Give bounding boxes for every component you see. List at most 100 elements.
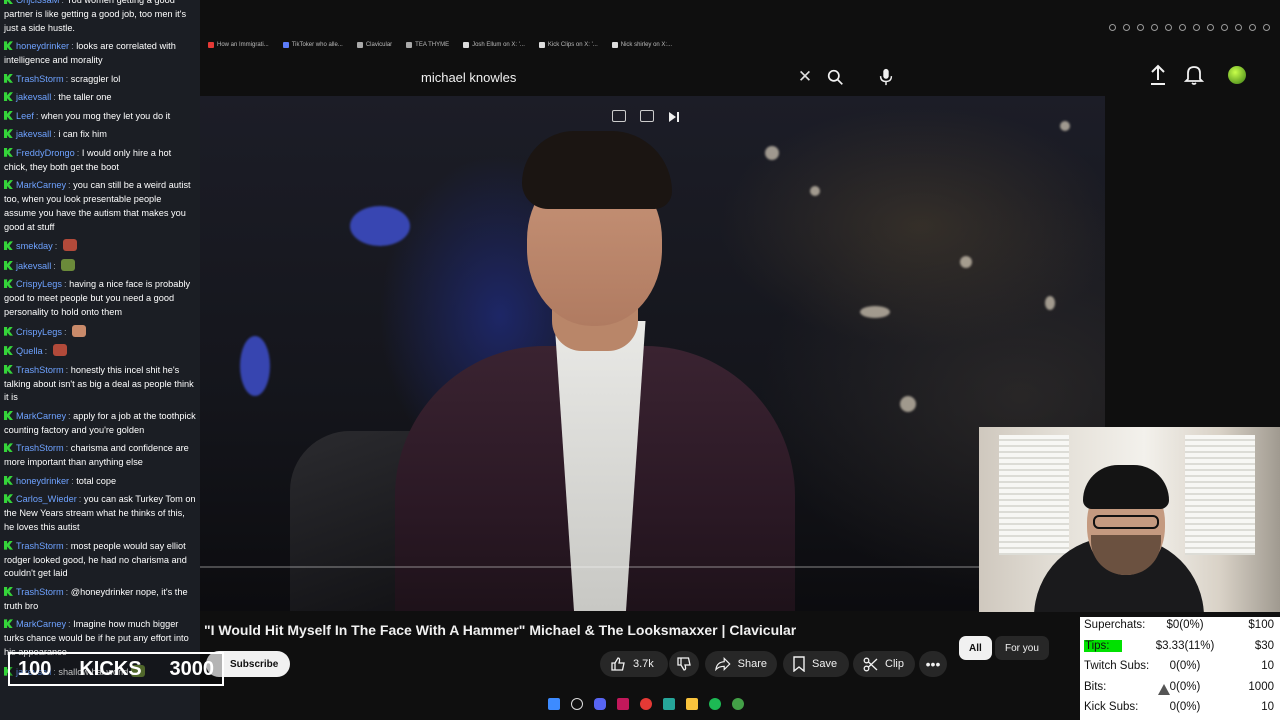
bookmark-item[interactable]: Kick Clips on X: '...: [538, 42, 598, 48]
chat-separator: :: [44, 346, 50, 357]
stat-goal: 10: [1261, 701, 1274, 714]
chat-username[interactable]: jakevsall: [16, 92, 51, 102]
search-icon[interactable]: [571, 698, 583, 710]
search-button[interactable]: [820, 60, 850, 94]
chat-username[interactable]: TrashStorm: [16, 365, 64, 375]
close-icon[interactable]: ✕: [790, 67, 820, 87]
bookmark-item[interactable]: Josh Ellum on X: '...: [463, 42, 525, 48]
bookmark-item[interactable]: Nick shirley on X:...: [611, 42, 672, 48]
chat-message: Leef: when you mog they let you do it: [4, 110, 196, 124]
bookmark-item[interactable]: TikToker who alle...: [282, 42, 343, 48]
chat-username[interactable]: TrashStorm: [16, 541, 64, 551]
extension-icon[interactable]: [1109, 24, 1116, 31]
chat-username[interactable]: honeydrinker: [16, 41, 69, 51]
stat-value: $3.33(11%): [1155, 639, 1215, 652]
extension-icon[interactable]: [1221, 24, 1228, 31]
kick-badge-icon: [4, 279, 13, 289]
windows-start-icon[interactable]: [548, 698, 560, 710]
bookmark-item[interactable]: TEA THYME: [406, 42, 449, 48]
bookmark-label: Josh Ellum on X: '...: [472, 42, 525, 48]
miniplayer-icon[interactable]: [612, 110, 626, 122]
chat-username[interactable]: jakevsall: [16, 261, 51, 271]
chat-message: MarkCarney: you can still be a weird aut…: [4, 179, 196, 235]
stat-label: Superchats:: [1084, 619, 1146, 631]
extension-icon[interactable]: [1179, 24, 1186, 31]
chat-username[interactable]: TrashStorm: [16, 74, 64, 84]
chat-username[interactable]: Leef: [16, 111, 34, 121]
discord-icon[interactable]: [594, 698, 606, 710]
kick-badge-icon: [4, 260, 13, 270]
kick-badge-icon: [4, 73, 13, 83]
chat-username[interactable]: MarkCarney: [16, 180, 66, 190]
extension-icon[interactable]: [1123, 24, 1130, 31]
app-icon[interactable]: [617, 698, 629, 710]
emote-icon: [52, 344, 67, 357]
chat-username[interactable]: smekday: [16, 241, 53, 251]
chat-username[interactable]: CrispyLegs: [16, 279, 62, 289]
chip-for-you[interactable]: For you: [995, 636, 1049, 660]
video-progress-bar[interactable]: [200, 566, 1105, 568]
chat-username[interactable]: FreddyDrongo: [16, 148, 75, 158]
chat-username[interactable]: Carlos_Wieder: [16, 494, 77, 504]
bookmark-favicon-icon: [611, 42, 618, 48]
bookmark-favicon-icon: [406, 42, 413, 48]
chat-username[interactable]: TrashStorm: [16, 443, 64, 453]
kick-badge-icon: [4, 0, 13, 4]
stat-goal: 1000: [1248, 680, 1274, 693]
clip-label: Clip: [885, 658, 904, 670]
background-light: [900, 396, 916, 412]
video-player[interactable]: [200, 96, 1105, 611]
chat-username[interactable]: TrashStorm: [16, 587, 64, 597]
chat-username[interactable]: Onjcl3saM: [16, 0, 59, 5]
stat-value: $0(0%): [1166, 619, 1204, 631]
more-actions-button[interactable]: •••: [919, 651, 947, 677]
spotify-icon[interactable]: [709, 698, 721, 710]
stat-label: Tips:: [1084, 639, 1122, 652]
bookmark-item[interactable]: Clavicular: [356, 42, 392, 48]
save-button[interactable]: Save: [783, 651, 849, 677]
chip-all[interactable]: All: [959, 636, 992, 660]
chat-username[interactable]: MarkCarney: [16, 619, 66, 629]
bits-icon: [1158, 683, 1170, 695]
bookmark-favicon-icon: [463, 42, 470, 48]
dislike-button[interactable]: [669, 651, 699, 677]
upload-button[interactable]: [1148, 64, 1168, 91]
notifications-button[interactable]: [1183, 64, 1205, 91]
extension-icon[interactable]: [1249, 24, 1256, 31]
chat-username[interactable]: CrispyLegs: [16, 327, 62, 337]
avatar[interactable]: [1228, 66, 1246, 84]
folder-icon[interactable]: [686, 698, 698, 710]
clip-button[interactable]: Clip: [853, 651, 915, 677]
chat-username[interactable]: Quella: [16, 346, 43, 356]
extension-icon[interactable]: [1165, 24, 1172, 31]
emote-icon: [72, 324, 87, 337]
search-box[interactable]: michael knowles ✕: [410, 60, 820, 94]
expand-icon[interactable]: [640, 110, 654, 122]
stat-row: Kick Subs: 0(0%) 10: [1080, 699, 1280, 719]
bookmarks-bar: How an Immigrati... TikToker who alle... C…: [200, 38, 1280, 52]
chat-message: TrashStorm: most people would say elliot…: [4, 540, 196, 582]
stat-row: Superchats: $0(0%) $100: [1080, 617, 1280, 637]
extension-icon[interactable]: [1137, 24, 1144, 31]
chat-username[interactable]: MarkCarney: [16, 411, 66, 421]
share-button[interactable]: Share: [705, 651, 777, 677]
voice-search-button[interactable]: [870, 60, 902, 94]
chrome-icon[interactable]: [640, 698, 652, 710]
like-button[interactable]: 3.7k: [600, 651, 668, 677]
video-title: "I Would Hit Myself In The Face With A H…: [204, 622, 797, 638]
next-video-icon[interactable]: [668, 111, 680, 123]
extension-icon[interactable]: [1193, 24, 1200, 31]
extension-icon[interactable]: [1207, 24, 1214, 31]
chat-message: honeydrinker: total cope: [4, 475, 196, 489]
background-light: [1045, 296, 1055, 310]
chat-username[interactable]: honeydrinker: [16, 476, 69, 486]
xbox-icon[interactable]: [732, 698, 744, 710]
search-input[interactable]: michael knowles: [410, 70, 790, 85]
bookmark-item[interactable]: How an Immigrati...: [208, 42, 269, 48]
chat-message: Carlos_Wieder: you can ask Turkey Tom on…: [4, 493, 196, 535]
app-icon[interactable]: [663, 698, 675, 710]
extension-icon[interactable]: [1151, 24, 1158, 31]
chat-username[interactable]: jakevsall: [16, 129, 51, 139]
extension-icon[interactable]: [1235, 24, 1242, 31]
extension-icon[interactable]: [1263, 24, 1270, 31]
